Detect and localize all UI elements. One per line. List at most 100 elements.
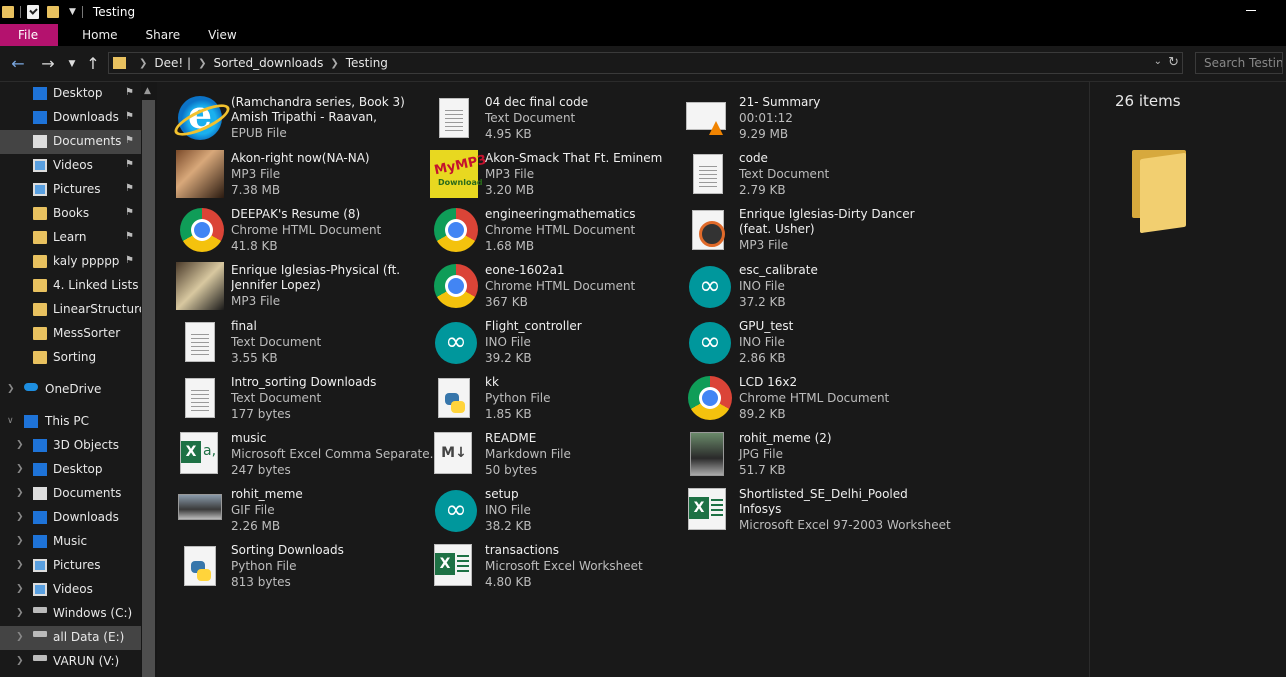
pin-icon[interactable]: ⚑ (125, 87, 134, 98)
chevron-right-icon[interactable]: ❯ (16, 584, 24, 594)
chevron-right-icon[interactable]: ❯ (16, 608, 24, 618)
file-item[interactable]: rohit_meme GIF File 2.26 MB (160, 480, 410, 534)
file-item[interactable]: Intro_sorting Downloads Text Document 177 … (160, 368, 410, 422)
pin-icon[interactable]: ⚑ (125, 135, 134, 146)
sidebar-item[interactable]: ❯ VARUN (V:) (0, 650, 141, 674)
chevron-down-icon[interactable]: ⌄ (1154, 56, 1162, 67)
sidebar-item[interactable]: Books ⚑ (0, 202, 141, 226)
file-item[interactable]: transactions Microsoft Excel Worksheet 4.8… (414, 536, 664, 590)
file-item[interactable]: Flight_controller INO File 39.2 KB (414, 312, 664, 366)
sidebar-item[interactable]: ❯ Pictures (0, 554, 141, 578)
sidebar-item[interactable]: ❯ Documents (0, 482, 141, 506)
file-item[interactable]: Shortlisted_SE_Delhi_Pooled Infosys Micro… (668, 480, 951, 534)
pin-icon[interactable]: ⚑ (125, 183, 134, 194)
chevron-right-icon[interactable]: ❯ (16, 488, 24, 498)
sidebar-item[interactable]: Downloads ⚑ (0, 106, 141, 130)
breadcrumb-item[interactable]: Sorted_downloads (213, 56, 323, 70)
sidebar-item[interactable]: Videos ⚑ (0, 154, 141, 178)
sidebar-item[interactable]: ∨ This PC (0, 410, 141, 434)
breadcrumb-item[interactable]: Dee! | (154, 56, 191, 70)
title-bar: ▼ Testing (0, 0, 1286, 24)
sidebar-item[interactable]: 4. Linked Lists (0, 274, 141, 298)
file-item[interactable]: code Text Document 2.79 KB (668, 144, 918, 198)
chevron-right-icon[interactable]: ❯ (330, 58, 338, 69)
address-bar[interactable]: ❯ Dee! | ❯ Sorted_downloads ❯ Testing ⌄ … (108, 52, 1183, 74)
file-item[interactable]: 04 dec final code Text Document 4.95 KB (414, 88, 664, 142)
pin-icon[interactable]: ⚑ (125, 111, 134, 122)
pin-icon[interactable]: ⚑ (125, 207, 134, 218)
chevron-right-icon[interactable]: ❯ (7, 384, 15, 394)
sidebar-item[interactable]: ❯ all Data (E:) (0, 626, 141, 650)
sidebar-item[interactable]: ❯ Windows (C:) (0, 602, 141, 626)
sidebar-item[interactable]: ❯ Music (0, 530, 141, 554)
file-item[interactable]: eone-1602a1 Chrome HTML Document 367 KB (414, 256, 664, 310)
tab-file[interactable]: File (0, 24, 59, 46)
chevron-right-icon[interactable]: ❯ (16, 536, 24, 546)
search-input[interactable]: Search Testing (1195, 52, 1283, 74)
sidebar-item[interactable]: ❯ 3D Objects (0, 434, 141, 458)
sidebar-item[interactable]: ❯ Desktop (0, 458, 141, 482)
new-folder-icon[interactable] (47, 6, 59, 18)
sidebar-item[interactable]: Documents ⚑ (0, 130, 141, 154)
sidebar-item[interactable]: Desktop ⚑ (0, 82, 141, 106)
chevron-down-icon[interactable]: ∨ (7, 416, 14, 426)
file-item[interactable]: (Ramchandra series, Book 3) Amish Tripat… (160, 88, 410, 142)
file-item[interactable]: Enrique Iglesias-Dirty Dancer (feat. Ush… (668, 200, 918, 254)
forward-button[interactable]: → (39, 55, 57, 73)
chevron-right-icon[interactable]: ❯ (16, 632, 24, 642)
back-button[interactable]: ← (9, 55, 27, 73)
chevron-right-icon[interactable]: ❯ (16, 464, 24, 474)
file-item[interactable]: esc_calibrate INO File 37.2 KB (668, 256, 918, 310)
file-type: Microsoft Excel Comma Separate... (231, 447, 442, 461)
file-item[interactable]: Enrique Iglesias-Physical (ft. Jennifer … (160, 256, 410, 310)
file-item[interactable]: DEEPAK's Resume (8) Chrome HTML Document 4… (160, 200, 410, 254)
sidebar-item[interactable]: ❯ Downloads (0, 506, 141, 530)
tab-view[interactable]: View (194, 24, 250, 46)
pin-icon[interactable]: ⚑ (125, 255, 134, 266)
sidebar-item[interactable]: MessSorter (0, 322, 141, 346)
chevron-right-icon[interactable]: ❯ (198, 58, 206, 69)
refresh-icon[interactable]: ↻ (1168, 55, 1179, 70)
file-item[interactable]: GPU_test INO File 2.86 KB (668, 312, 918, 366)
chevron-up-icon[interactable]: ▲ (144, 86, 151, 96)
file-item[interactable]: Akon-Smack That Ft. Eminem MP3 File 3.20 M… (414, 144, 664, 198)
sidebar-scrollbar-thumb[interactable] (142, 100, 155, 677)
file-item[interactable]: LCD 16x2 Chrome HTML Document 89.2 KB (668, 368, 918, 422)
chevron-right-icon[interactable]: ❯ (139, 58, 147, 69)
sidebar-item[interactable]: Pictures ⚑ (0, 178, 141, 202)
file-item[interactable]: kk Python File 1.85 KB (414, 368, 664, 422)
file-type: INO File (485, 335, 531, 349)
file-item[interactable]: Akon-right now(NA-NA) MP3 File 7.38 MB (160, 144, 410, 198)
sidebar-item[interactable]: LinearStructure (0, 298, 141, 322)
file-item[interactable]: music Microsoft Excel Comma Separate... 24… (160, 424, 441, 478)
chevron-right-icon[interactable]: ❯ (16, 560, 24, 570)
pin-icon[interactable]: ⚑ (125, 231, 134, 242)
chevron-right-icon[interactable]: ❯ (16, 656, 24, 666)
recent-locations-button[interactable]: ▼ (63, 55, 81, 73)
desktop-icon (33, 87, 47, 100)
folder-icon[interactable] (2, 6, 14, 18)
file-item[interactable]: README Markdown File 50 bytes (414, 424, 664, 478)
file-type: Microsoft Excel Worksheet (485, 559, 643, 573)
properties-icon[interactable] (27, 5, 39, 19)
pin-icon[interactable]: ⚑ (125, 159, 134, 170)
breadcrumb-item[interactable]: Testing (346, 56, 388, 70)
sidebar-item[interactable]: ❯ OneDrive (0, 378, 141, 402)
file-item[interactable]: 21- Summary 00:01:12 9.29 MB (668, 88, 918, 142)
file-item[interactable]: rohit_meme (2) JPG File 51.7 KB (668, 424, 918, 478)
chevron-down-icon[interactable]: ▼ (69, 7, 76, 17)
file-item[interactable]: setup INO File 38.2 KB (414, 480, 664, 534)
tab-share[interactable]: Share (132, 24, 195, 46)
sidebar-item[interactable]: Learn ⚑ (0, 226, 141, 250)
file-item[interactable]: engineeringmathematics Chrome HTML Docume… (414, 200, 664, 254)
file-item[interactable]: Sorting Downloads Python File 813 bytes (160, 536, 410, 590)
sidebar-item[interactable]: kaly ppppp ⚑ (0, 250, 141, 274)
sidebar-item[interactable]: ❯ Videos (0, 578, 141, 602)
up-button[interactable]: ↑ (84, 55, 102, 73)
chevron-right-icon[interactable]: ❯ (16, 512, 24, 522)
minimize-button[interactable] (1246, 10, 1256, 11)
chevron-right-icon[interactable]: ❯ (16, 440, 24, 450)
sidebar-item[interactable]: Sorting (0, 346, 141, 370)
file-item[interactable]: final Text Document 3.55 KB (160, 312, 410, 366)
tab-home[interactable]: Home (68, 24, 131, 46)
